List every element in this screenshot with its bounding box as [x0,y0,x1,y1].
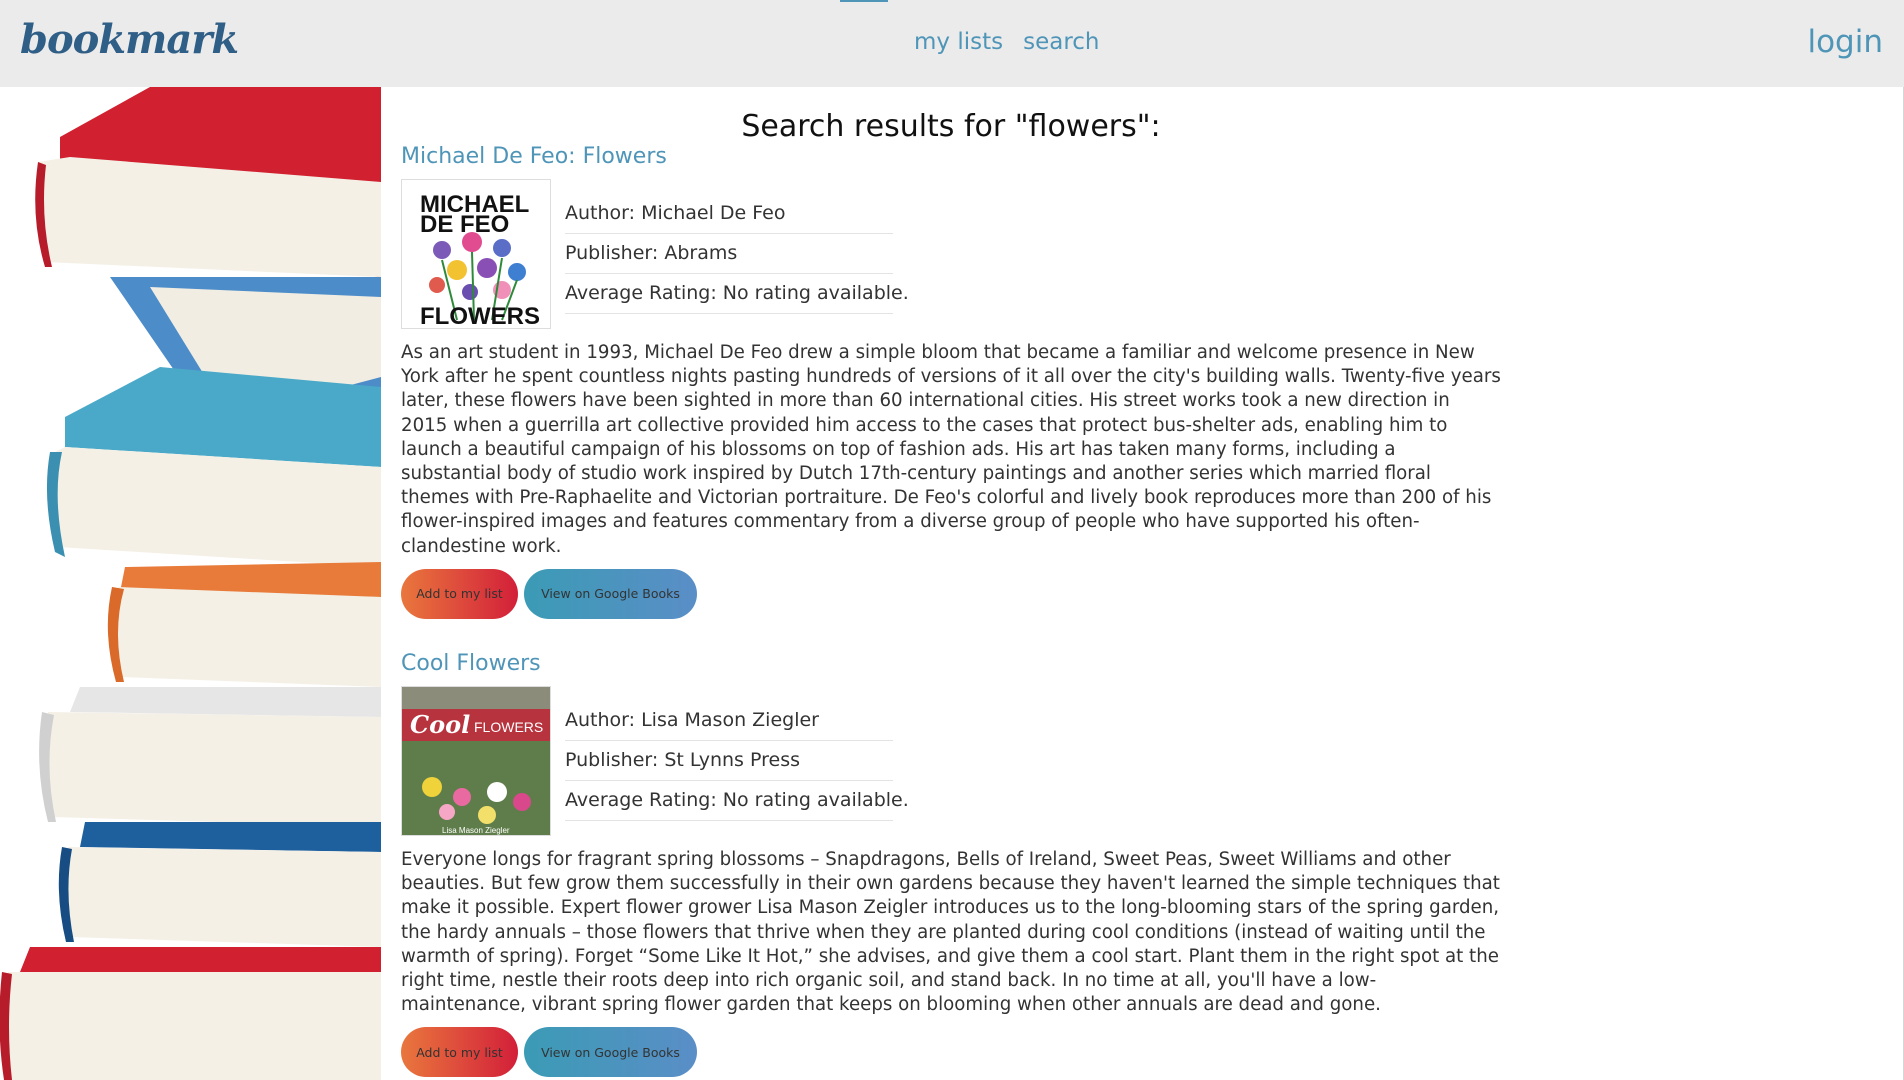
svg-text:DE FEO: DE FEO [420,211,509,238]
book-description: As an art student in 1993, Michael De Fe… [401,342,1501,557]
book-author: Author: Lisa Mason Ziegler [565,701,893,741]
login-link[interactable]: login [1807,24,1883,60]
results-heading: Search results for "flowers": [741,109,1161,144]
book-rating: Average Rating: No rating available. [565,781,909,821]
add-to-list-button[interactable]: Add to my list [401,568,518,619]
book-cover-image: MICHAEL DE FEO FLOWERS [401,179,551,329]
view-google-books-button[interactable]: View on Google Books [524,568,697,619]
book-stack-illustration [0,87,381,1080]
svg-text:FLOWERS: FLOWERS [420,303,540,329]
book-result: Michael De Feo: Flowers MICHAEL DE FEO F… [401,144,1501,619]
nav-my-lists[interactable]: my lists [914,29,1003,55]
book-cover-image: Cool FLOWERS Lisa Mason Ziegler [401,686,551,836]
main-nav: my lists search [914,29,1100,55]
book-publisher: Publisher: St Lynns Press [565,741,893,781]
view-google-books-button[interactable]: View on Google Books [524,1027,697,1078]
add-to-list-button[interactable]: Add to my list [401,1027,518,1078]
book-rating: Average Rating: No rating available. [565,274,909,314]
svg-text:Cool: Cool [410,710,470,739]
book-info-row: MICHAEL DE FEO FLOWERS Author: Michael D… [401,179,1501,329]
book-title[interactable]: Cool Flowers [401,651,1501,676]
svg-text:FLOWERS: FLOWERS [474,719,543,735]
book-meta: Author: Michael De Feo Publisher: Abrams… [565,194,909,314]
book-description: Everyone longs for fragrant spring bloss… [401,849,1500,1016]
book-result: Cool Flowers Cool FLOWERS Lisa Mason Zie… [401,651,1501,1078]
book-actions: Add to my list View on Google Books [401,1027,1501,1078]
top-navbar: bookmark my lists search login [0,0,1904,87]
svg-text:Lisa Mason Ziegler: Lisa Mason Ziegler [442,826,510,835]
book-title[interactable]: Michael De Feo: Flowers [401,144,1501,169]
book-actions: Add to my list View on Google Books [401,568,1501,619]
book-info-row: Cool FLOWERS Lisa Mason Ziegler Author: … [401,686,1501,836]
nav-active-indicator [840,0,888,2]
book-author: Author: Michael De Feo [565,194,893,234]
book-publisher: Publisher: Abrams [565,234,893,274]
nav-search[interactable]: search [1023,29,1099,55]
book-meta: Author: Lisa Mason Ziegler Publisher: St… [565,701,909,821]
logo[interactable]: bookmark [20,16,239,63]
